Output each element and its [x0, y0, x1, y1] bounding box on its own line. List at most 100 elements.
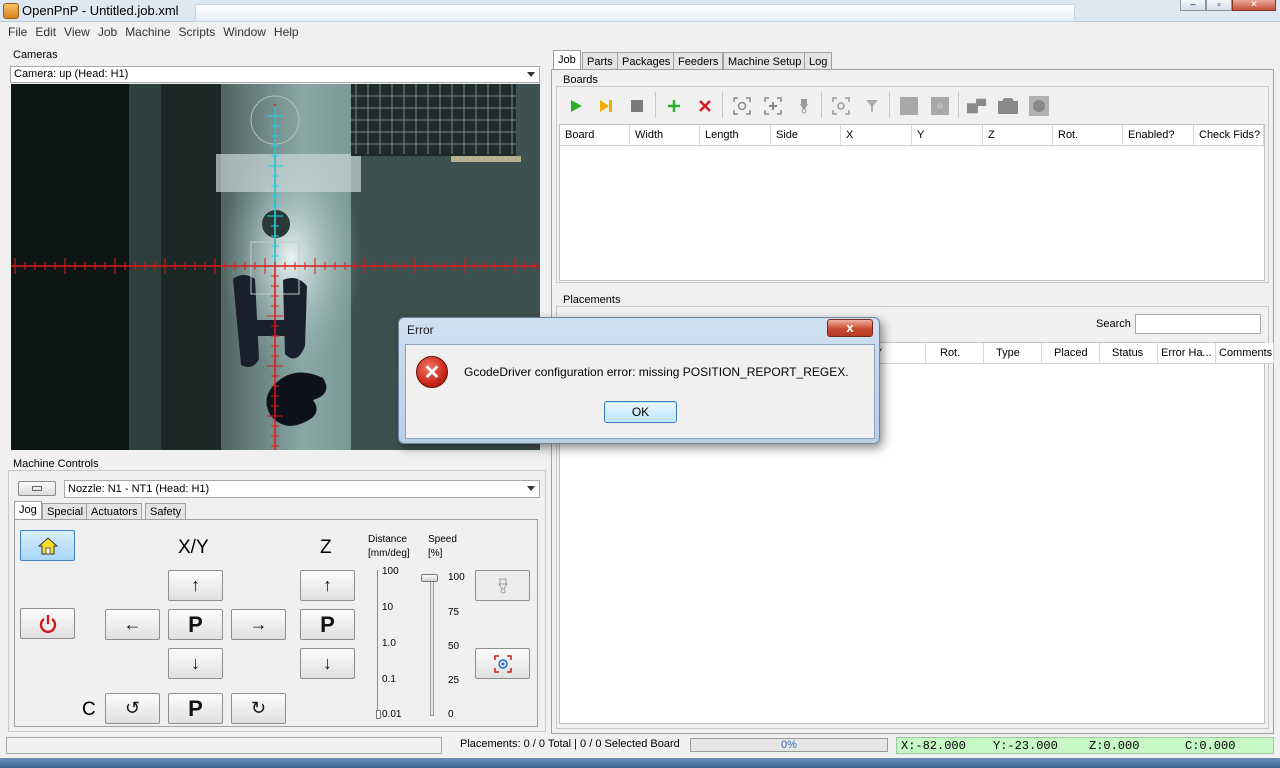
- park-c-button[interactable]: P: [168, 693, 223, 724]
- column-header-type[interactable]: Type: [984, 343, 1042, 364]
- tab-parts[interactable]: Parts: [582, 52, 618, 70]
- distance-tick-1: 1.0: [382, 638, 396, 649]
- park-xy-button[interactable]: P: [168, 609, 223, 640]
- camera-capture-button[interactable]: [475, 648, 530, 679]
- jog-z-down-button[interactable]: ↓: [300, 648, 355, 679]
- jog-y-minus-button[interactable]: ↓: [168, 648, 223, 679]
- jog-y-plus-button[interactable]: ↑: [168, 570, 223, 601]
- nozzle-select[interactable]: Nozzle: N1 - NT1 (Head: H1): [64, 480, 540, 498]
- toolbar-separator: [722, 92, 723, 118]
- nozzle-location-button[interactable]: [794, 96, 814, 116]
- column-header-placed[interactable]: Placed: [1042, 343, 1100, 364]
- column-header-error-handling[interactable]: Error Ha...: [1158, 343, 1216, 364]
- auto-fiducial-button[interactable]: [930, 96, 950, 116]
- tab-job[interactable]: Job: [553, 50, 581, 70]
- search-label: Search: [1096, 318, 1131, 330]
- column-header-z[interactable]: Z: [983, 125, 1053, 146]
- column-header-width[interactable]: Width: [630, 125, 700, 146]
- step-job-button[interactable]: [596, 96, 616, 116]
- search-input[interactable]: [1135, 314, 1261, 334]
- power-button[interactable]: [20, 608, 75, 639]
- column-header-y[interactable]: Y: [912, 125, 983, 146]
- column-header-check-fids[interactable]: Check Fids?: [1194, 125, 1264, 146]
- camera-select[interactable]: Camera: up (Head: H1): [10, 66, 540, 83]
- title-bar-background: [195, 4, 1075, 22]
- column-header-comments[interactable]: Comments: [1216, 343, 1274, 364]
- window-close-button[interactable]: ✕: [1232, 0, 1276, 11]
- menu-edit[interactable]: Edit: [31, 25, 60, 39]
- maximize-button[interactable]: ▫: [1206, 0, 1232, 11]
- column-header-side[interactable]: Side: [771, 125, 841, 146]
- tab-packages[interactable]: Packages: [617, 52, 676, 70]
- speed-tick-0: 0: [448, 709, 454, 720]
- z-label: Z: [320, 537, 332, 558]
- jog-x-minus-button[interactable]: ←: [105, 609, 160, 640]
- plus-icon: [668, 100, 680, 112]
- boards-table[interactable]: Board Width Length Side X Y Z Rot. Enabl…: [559, 124, 1265, 281]
- dialog-body: ✕ GcodeDriver configuration error: missi…: [405, 344, 875, 439]
- speed-slider-track[interactable]: [430, 578, 434, 716]
- minimize-button[interactable]: –: [1180, 0, 1206, 11]
- distance-slider-thumb[interactable]: [376, 710, 381, 719]
- capture-tool-location-button[interactable]: [763, 96, 783, 116]
- minimize-icon: [32, 486, 42, 491]
- distance-slider-track[interactable]: [377, 570, 378, 718]
- column-header-x[interactable]: X: [841, 125, 912, 146]
- tab-feeders[interactable]: Feeders: [673, 52, 724, 70]
- rotate-cw-icon: ↻: [250, 698, 267, 718]
- menu-machine[interactable]: Machine: [121, 25, 174, 39]
- park-z-button[interactable]: P: [300, 609, 355, 640]
- rotate-ccw-button[interactable]: ↺: [105, 693, 160, 724]
- column-header-status[interactable]: Status: [1100, 343, 1158, 364]
- add-board-button[interactable]: [664, 96, 684, 116]
- menu-scripts[interactable]: Scripts: [175, 25, 220, 39]
- speed-tick-25: 25: [448, 675, 460, 686]
- ok-button[interactable]: OK: [604, 401, 677, 423]
- distance-unit-label: [mm/deg]: [368, 548, 410, 559]
- camera-target-icon: [733, 97, 751, 115]
- menu-help[interactable]: Help: [270, 25, 303, 39]
- speed-slider-thumb[interactable]: [421, 574, 438, 582]
- tab-machine-setup[interactable]: Machine Setup: [723, 52, 807, 70]
- placements-status-text: Placements: 0 / 0 Total | 0 / 0 Selected…: [460, 738, 680, 750]
- stop-job-button[interactable]: [627, 96, 647, 116]
- toolbar-separator: [958, 92, 959, 118]
- column-header-rot[interactable]: Rot.: [926, 343, 984, 364]
- tab-log[interactable]: Log: [804, 52, 833, 70]
- fiducial-check-button[interactable]: [899, 96, 919, 116]
- dro-x: X:-82.000: [901, 739, 966, 753]
- column-header-enabled[interactable]: Enabled?: [1123, 125, 1194, 146]
- home-button[interactable]: [20, 530, 75, 561]
- jog-z-up-button[interactable]: ↑: [300, 570, 355, 601]
- nozzle-options-button[interactable]: [18, 481, 56, 496]
- jog-x-plus-button[interactable]: →: [231, 609, 286, 640]
- chevron-down-icon: [527, 72, 535, 77]
- menu-file[interactable]: File: [4, 25, 31, 39]
- move-tool-to-board-button[interactable]: [862, 96, 882, 116]
- board-settings-button[interactable]: [1029, 96, 1049, 116]
- chevron-down-icon: [527, 486, 535, 491]
- move-camera-to-board-button[interactable]: [831, 96, 851, 116]
- menu-view[interactable]: View: [60, 25, 94, 39]
- menu-job[interactable]: Job: [94, 25, 121, 39]
- start-job-button[interactable]: [566, 96, 586, 116]
- remove-board-button[interactable]: [695, 96, 715, 116]
- dialog-close-button[interactable]: x: [827, 319, 873, 337]
- capture-camera-location-button[interactable]: [732, 96, 752, 116]
- nozzle-pick-button[interactable]: [475, 570, 530, 601]
- speed-tick-75: 75: [448, 607, 460, 618]
- toolbar-separator: [821, 92, 822, 118]
- column-header-board[interactable]: Board: [560, 125, 630, 146]
- board-location-button[interactable]: [967, 96, 987, 116]
- column-header-rot[interactable]: Rot.: [1053, 125, 1123, 146]
- machine-controls-label: Machine Controls: [13, 458, 99, 470]
- set-board-origin-button[interactable]: [998, 96, 1018, 116]
- dro-z: Z:0.000: [1089, 739, 1140, 753]
- column-header-length[interactable]: Length: [700, 125, 771, 146]
- power-icon: [39, 614, 56, 633]
- menu-window[interactable]: Window: [219, 25, 270, 39]
- tab-jog[interactable]: Jog: [14, 501, 42, 521]
- cameras-label: Cameras: [13, 49, 58, 61]
- rotate-cw-button[interactable]: ↻: [231, 693, 286, 724]
- dialog-title: Error: [407, 323, 434, 337]
